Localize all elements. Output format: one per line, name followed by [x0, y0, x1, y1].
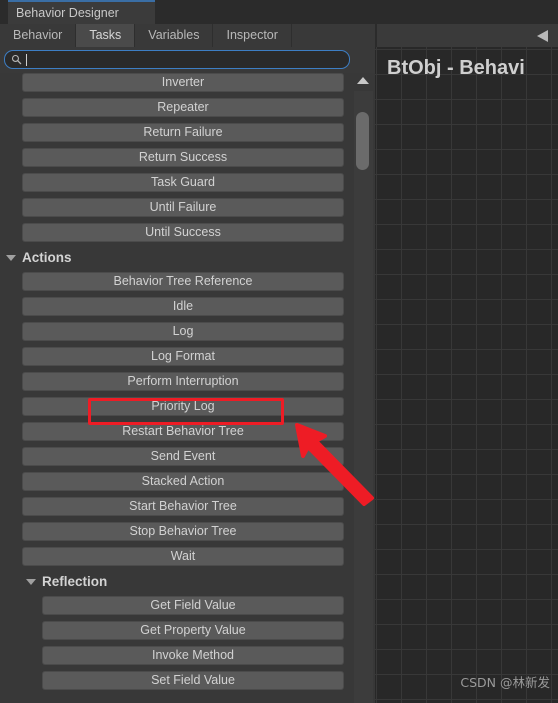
task-list: Inverter Repeater Return Failure Return … [0, 73, 352, 703]
list-item[interactable]: Return Failure [22, 123, 344, 142]
left-dock-panel: Behavior Designer Behavior Tasks Variabl… [0, 0, 375, 703]
group-label: Actions [22, 250, 72, 265]
graph-panel: BtObj - Behavi CSDN @林新发 [375, 0, 558, 703]
tab-behavior[interactable]: Behavior [0, 24, 77, 47]
behavior-designer-window: Behavior Designer Behavior Tasks Variabl… [0, 0, 558, 703]
list-item[interactable]: Wait [22, 547, 344, 566]
list-item[interactable]: Get Property Value [42, 621, 344, 640]
tab-tasks[interactable]: Tasks [76, 24, 136, 47]
list-item[interactable]: Restart Behavior Tree [22, 422, 344, 441]
list-item[interactable]: Inverter [22, 73, 344, 92]
triangle-left-icon[interactable] [537, 30, 548, 42]
list-item[interactable]: Until Failure [22, 198, 344, 217]
list-item[interactable]: Perform Interruption [22, 372, 344, 391]
list-item[interactable]: Send Event [22, 447, 344, 466]
window-tab-behavior-designer[interactable]: Behavior Designer [8, 0, 155, 24]
list-item-priority-log[interactable]: Priority Log [22, 397, 344, 416]
list-item[interactable]: Repeater [22, 98, 344, 117]
subtab-bar: Behavior Tasks Variables Inspector [0, 24, 375, 47]
list-item[interactable]: Return Success [22, 148, 344, 167]
window-tabstrip: Behavior Designer [0, 0, 375, 24]
group-header-reflection[interactable]: Reflection [0, 572, 352, 592]
scrollbar-thumb[interactable] [356, 112, 369, 170]
list-item[interactable]: Start Behavior Tree [22, 497, 344, 516]
chevron-down-icon [26, 579, 36, 585]
graph-toolbar-bar [377, 24, 558, 47]
list-item[interactable]: Set Field Value [42, 671, 344, 690]
group-header-actions[interactable]: Actions [0, 248, 352, 268]
subtab-filler [292, 24, 375, 47]
list-item[interactable]: Log Format [22, 347, 344, 366]
search-row [0, 47, 375, 73]
graph-canvas[interactable]: BtObj - Behavi CSDN @林新发 [375, 47, 558, 703]
list-item[interactable]: Stacked Action [22, 472, 344, 491]
list-item[interactable]: Get Field Value [42, 596, 344, 615]
watermark: CSDN @林新发 [460, 675, 550, 690]
triangle-up-icon[interactable] [357, 77, 369, 84]
graph-title: BtObj - Behavi [387, 57, 525, 79]
search-icon [11, 54, 22, 65]
search-text-caret [26, 53, 27, 66]
scrollbar-track[interactable] [354, 91, 373, 703]
task-list-scroll-area[interactable]: Inverter Repeater Return Failure Return … [0, 73, 375, 703]
list-item[interactable]: Idle [22, 297, 344, 316]
list-item[interactable]: Invoke Method [42, 646, 344, 665]
list-item[interactable]: Stop Behavior Tree [22, 522, 344, 541]
chevron-down-icon [6, 255, 16, 261]
list-item[interactable]: Log [22, 322, 344, 341]
list-item[interactable]: Until Success [22, 223, 344, 242]
tab-variables[interactable]: Variables [135, 24, 214, 47]
group-label: Reflection [42, 574, 108, 589]
graph-toolbar [375, 0, 558, 47]
list-item[interactable]: Task Guard [22, 173, 344, 192]
tab-inspector[interactable]: Inspector [213, 24, 292, 47]
vertical-scrollbar[interactable] [352, 73, 375, 703]
search-input[interactable] [4, 50, 350, 69]
list-item[interactable]: Behavior Tree Reference [22, 272, 344, 291]
